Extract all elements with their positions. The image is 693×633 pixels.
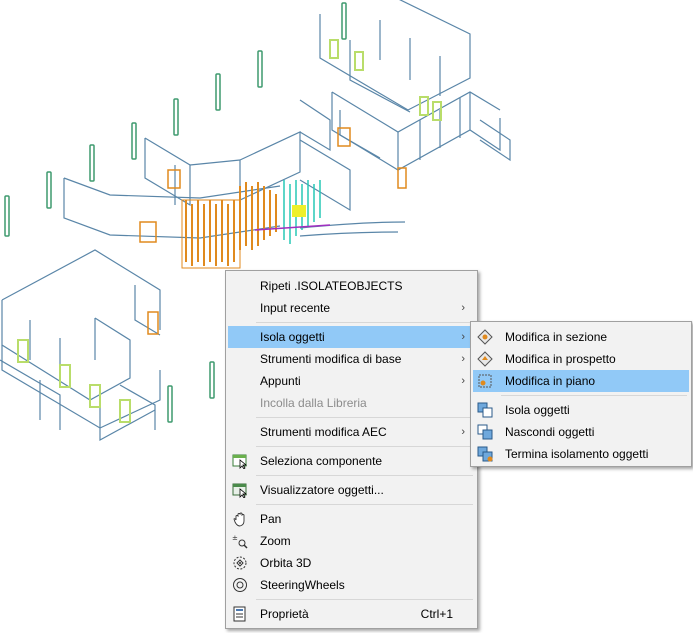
menu-separator xyxy=(256,599,473,600)
menu-separator xyxy=(256,446,473,447)
chevron-right-icon: › xyxy=(461,331,465,343)
submenu-item-edit-in-elevation[interactable]: Modifica in prospetto xyxy=(473,348,689,370)
edit-in-section-icon xyxy=(477,329,493,345)
chevron-right-icon: › xyxy=(461,302,465,314)
menu-item-label: Strumenti modifica AEC xyxy=(260,425,387,439)
chevron-right-icon: › xyxy=(461,426,465,438)
menu-item-label: Strumenti modifica di base xyxy=(260,352,402,366)
isolate-objects-icon xyxy=(477,402,493,418)
menu-separator xyxy=(256,322,473,323)
menu-item-object-viewer[interactable]: Visualizzatore oggetti... xyxy=(228,479,475,501)
menu-separator xyxy=(256,417,473,418)
menu-item-label: Visualizzatore oggetti... xyxy=(260,483,384,497)
properties-icon xyxy=(233,606,246,622)
menu-item-label: Seleziona componente xyxy=(260,454,383,468)
menu-item-pan[interactable]: Pan xyxy=(228,508,475,530)
menu-item-basic-modify-tools[interactable]: Strumenti modifica di base › xyxy=(228,348,475,370)
hide-objects-icon xyxy=(477,424,493,440)
menu-item-orbit-3d[interactable]: Orbita 3D xyxy=(228,552,475,574)
menu-item-label: Zoom xyxy=(260,534,291,548)
zoom-icon: ± xyxy=(232,534,248,549)
menu-item-shortcut: Ctrl+1 xyxy=(420,607,453,621)
menu-item-label: Appunti xyxy=(260,374,301,388)
select-component-icon xyxy=(232,454,248,469)
submenu-item-isolate-objects[interactable]: Isola oggetti xyxy=(473,399,689,421)
chevron-right-icon: › xyxy=(461,375,465,387)
menu-item-aec-modify-tools[interactable]: Strumenti modifica AEC › xyxy=(228,421,475,443)
menu-separator xyxy=(501,395,687,396)
menu-item-steeringwheels[interactable]: SteeringWheels xyxy=(228,574,475,596)
hand-pan-icon xyxy=(233,512,245,527)
menu-item-label: Input recente xyxy=(260,301,331,315)
isolate-objects-submenu: Modifica in sezione Modifica in prospett… xyxy=(470,321,692,467)
menu-item-label: Isola oggetti xyxy=(505,403,570,417)
submenu-item-hide-objects[interactable]: Nascondi oggetti xyxy=(473,421,689,443)
menu-item-label: Nascondi oggetti xyxy=(505,425,595,439)
menu-item-label: Orbita 3D xyxy=(260,556,312,570)
end-isolation-icon xyxy=(477,446,493,462)
menu-item-label: Pan xyxy=(260,512,282,526)
menu-item-label: Termina isolamento oggetti xyxy=(505,447,649,461)
menu-item-label: SteeringWheels xyxy=(260,578,345,592)
menu-separator xyxy=(256,504,473,505)
chevron-right-icon: › xyxy=(461,353,465,365)
menu-item-recent-input[interactable]: Input recente › xyxy=(228,297,475,319)
submenu-item-edit-in-plan[interactable]: Modifica in piano xyxy=(473,370,689,392)
isolated-object-cluster xyxy=(181,180,331,269)
menu-item-paste-from-library: Incolla dalla Libreria xyxy=(228,392,475,414)
submenu-item-end-object-isolation[interactable]: Termina isolamento oggetti xyxy=(473,443,689,465)
menu-item-isolate-objects[interactable]: Isola oggetti › xyxy=(228,326,475,348)
menu-item-zoom[interactable]: ± Zoom xyxy=(228,530,475,552)
menu-item-select-component[interactable]: Seleziona componente xyxy=(228,450,475,472)
menu-item-label: Proprietà xyxy=(260,607,309,621)
edit-in-elevation-icon xyxy=(477,351,493,367)
menu-item-label: Ripeti .ISOLATEOBJECTS xyxy=(260,279,403,293)
menu-item-clipboard[interactable]: Appunti › xyxy=(228,370,475,392)
object-viewer-icon xyxy=(232,483,248,498)
menu-item-label: Modifica in sezione xyxy=(505,330,608,344)
menu-item-label: Modifica in piano xyxy=(505,374,596,388)
menu-item-label: Modifica in prospetto xyxy=(505,352,616,366)
menu-item-label: Incolla dalla Libreria xyxy=(260,396,367,410)
submenu-item-edit-in-section[interactable]: Modifica in sezione xyxy=(473,326,689,348)
menu-item-repeat-command[interactable]: Ripeti .ISOLATEOBJECTS xyxy=(228,275,475,297)
context-menu: Ripeti .ISOLATEOBJECTS Input recente › I… xyxy=(225,270,478,629)
edit-in-plan-icon xyxy=(478,374,492,388)
steering-wheel-icon xyxy=(233,578,247,592)
svg-text:±: ± xyxy=(232,534,238,542)
menu-item-label: Isola oggetti xyxy=(260,330,325,344)
menu-item-properties[interactable]: Proprietà Ctrl+1 xyxy=(228,603,475,625)
orbit-icon xyxy=(233,556,247,570)
menu-separator xyxy=(256,475,473,476)
